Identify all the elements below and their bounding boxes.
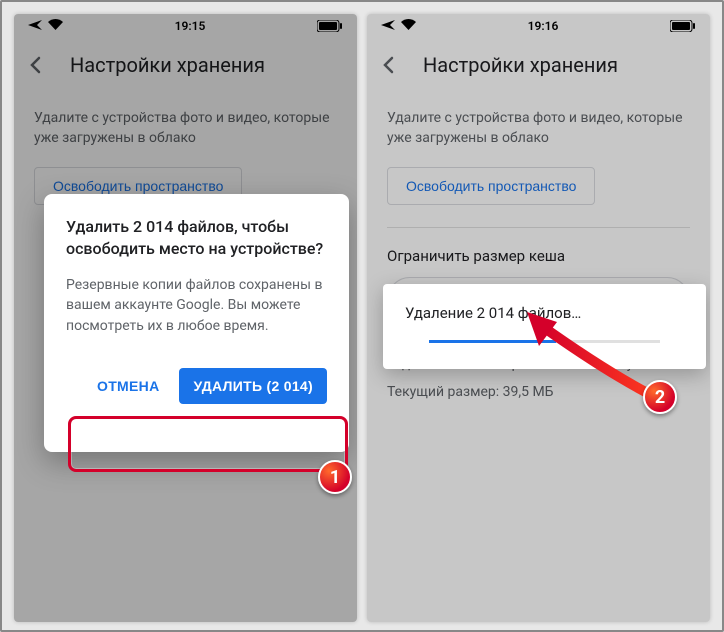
confirm-delete-dialog: Удалить 2 014 файлов, чтобы освободить м…: [44, 194, 349, 452]
phone-right: 19:16 Настройки хранения Удалите с устро…: [367, 14, 710, 622]
delete-button[interactable]: УДАЛИТЬ (2 014): [179, 368, 327, 404]
step-badge-1: 1: [318, 460, 352, 494]
phone-left: 19:15 Настройки хранения Удалите с устро…: [14, 14, 357, 622]
dialog-actions: ОТМЕНА УДАЛИТЬ (2 014): [66, 368, 327, 404]
toast-title: Удаление 2 014 файлов…: [405, 304, 684, 322]
progress-fill: [429, 340, 556, 343]
cancel-button[interactable]: ОТМЕНА: [85, 370, 171, 402]
dialog-title: Удалить 2 014 файлов, чтобы освободить м…: [66, 216, 327, 259]
delete-progress-toast: Удаление 2 014 файлов…: [383, 284, 706, 369]
progress-bar: [429, 340, 660, 343]
dialog-body: Резервные копии файлов сохранены в вашем…: [66, 275, 327, 336]
step-badge-2: 2: [643, 380, 677, 414]
